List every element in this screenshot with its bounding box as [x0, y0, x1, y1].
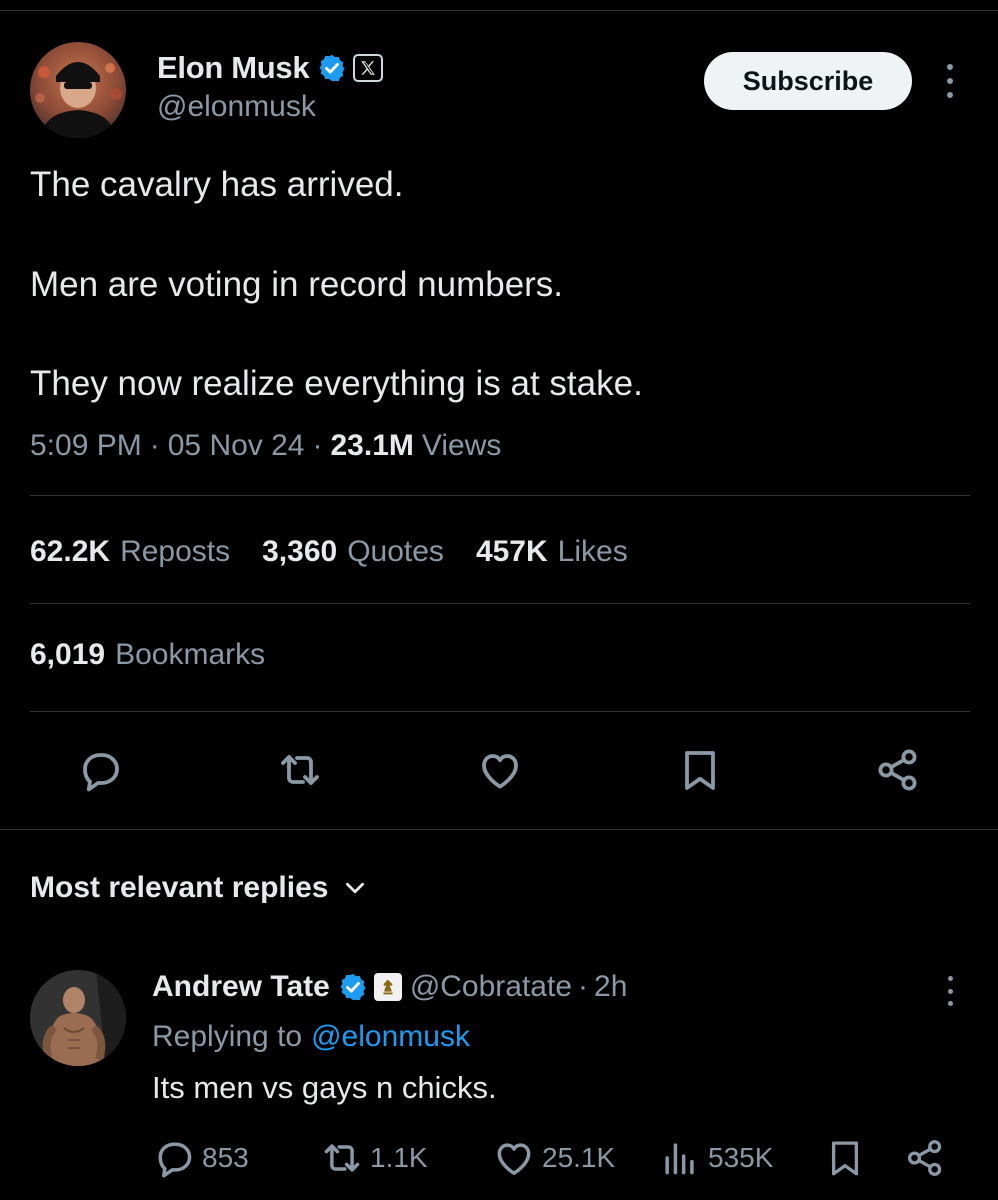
- views-count: 23.1M: [330, 429, 414, 462]
- post-action-bar: [30, 740, 970, 804]
- views-label: Views: [421, 429, 502, 462]
- chess-knight-badge-icon[interactable]: [373, 973, 402, 1001]
- reply-time[interactable]: 2h: [594, 970, 627, 1004]
- post-text-line: The cavalry has arrived.: [30, 165, 404, 204]
- author-name-row: Elon Musk: [157, 48, 384, 88]
- verified-badge-icon: [338, 972, 368, 1002]
- reply-views-count: 535K: [708, 1142, 774, 1173]
- post-time[interactable]: 5:09 PM: [30, 429, 142, 463]
- replying-to-prefix: Replying to: [152, 1020, 303, 1053]
- quotes-count: 3,360: [262, 535, 338, 568]
- share-icon: [907, 1140, 942, 1176]
- reposts-label: Reposts: [120, 535, 231, 568]
- x-logo-icon[interactable]: [353, 54, 384, 82]
- reply-views-button[interactable]: 535K: [658, 1132, 773, 1184]
- meta-separator: ·: [149, 429, 160, 462]
- bookmarks-label: Bookmarks: [115, 638, 266, 671]
- bookmark-icon[interactable]: [670, 740, 730, 800]
- post-header: Elon Musk @elonmusk Subscribe: [30, 42, 970, 142]
- replies-sort-label: Most relevant replies: [30, 871, 329, 904]
- chevron-down-icon: [346, 882, 365, 894]
- author-name[interactable]: Elon Musk: [157, 50, 310, 86]
- replies-sort-dropdown[interactable]: Most relevant replies: [30, 866, 368, 910]
- share-icon[interactable]: [868, 740, 928, 800]
- section-divider: [0, 829, 998, 830]
- repost-icon: [324, 1144, 360, 1172]
- reply-share-button[interactable]: [904, 1132, 946, 1184]
- reply-replies-count: 853: [202, 1142, 249, 1173]
- bookmarks-count: 6,019: [30, 638, 106, 671]
- author-handle[interactable]: @elonmusk: [157, 90, 316, 124]
- likes-label: Likes: [557, 535, 628, 568]
- meta-separator: ·: [312, 429, 323, 462]
- reply-reposts-count: 1.1K: [370, 1142, 428, 1173]
- reply-action-bar: 853 1.1K 25.1K 535K: [152, 1132, 952, 1184]
- reply-like-button[interactable]: 25.1K: [492, 1132, 615, 1184]
- reply-more-options-icon[interactable]: [940, 976, 960, 1006]
- reply-icon: [158, 1142, 192, 1178]
- divider: [30, 495, 970, 496]
- reply-header: Andrew Tate @Cobratate · 2h: [152, 966, 627, 1008]
- reply-repost-button[interactable]: 1.1K: [320, 1132, 428, 1184]
- reply-text: Its men vs gays n chicks.: [152, 1070, 497, 1105]
- post-text-line: They now realize everything is at stake.: [30, 364, 643, 403]
- repost-icon[interactable]: [270, 740, 330, 800]
- reposts-count: 62.2K: [30, 535, 111, 568]
- bookmark-icon: [831, 1141, 859, 1176]
- like-icon: [497, 1143, 531, 1175]
- reply-avatar[interactable]: [30, 970, 126, 1066]
- like-icon[interactable]: [470, 740, 530, 800]
- divider: [30, 603, 970, 604]
- replying-to-link[interactable]: @elonmusk: [311, 1020, 470, 1054]
- subscribe-button[interactable]: Subscribe: [704, 52, 912, 110]
- reply-author-name[interactable]: Andrew Tate: [152, 970, 330, 1004]
- replying-to: Replying to @elonmusk: [152, 1016, 470, 1058]
- meta-separator: ·: [578, 970, 589, 1003]
- likes-stat[interactable]: 457K Likes: [476, 535, 628, 569]
- author-avatar[interactable]: [30, 42, 126, 138]
- reply-bookmark-button[interactable]: [824, 1132, 866, 1184]
- post-text-line: Men are voting in record numbers.: [30, 265, 564, 304]
- post-date[interactable]: 05 Nov 24: [168, 429, 305, 463]
- divider: [30, 711, 970, 712]
- reply-likes-count: 25.1K: [542, 1142, 616, 1173]
- views-analytics-icon: [665, 1143, 694, 1175]
- quotes-stat[interactable]: 3,360 Quotes: [262, 535, 444, 569]
- more-options-icon[interactable]: [938, 64, 962, 98]
- reply-icon[interactable]: [70, 740, 130, 800]
- reposts-stat[interactable]: 62.2K Reposts: [30, 535, 230, 569]
- bookmarks-stat: 6,019 Bookmarks: [30, 638, 265, 682]
- engagement-stats: 62.2K Reposts 3,360 Quotes 457K Likes: [30, 530, 660, 574]
- top-divider: [0, 10, 998, 11]
- reply-author-handle[interactable]: @Cobratate: [410, 970, 572, 1004]
- quotes-label: Quotes: [347, 535, 444, 568]
- reply-replies-button[interactable]: 853: [152, 1132, 249, 1184]
- verified-badge-icon: [317, 53, 347, 83]
- post-meta: 5:09 PM · 05 Nov 24 · 23.1M Views: [30, 425, 501, 467]
- likes-count: 457K: [475, 535, 548, 568]
